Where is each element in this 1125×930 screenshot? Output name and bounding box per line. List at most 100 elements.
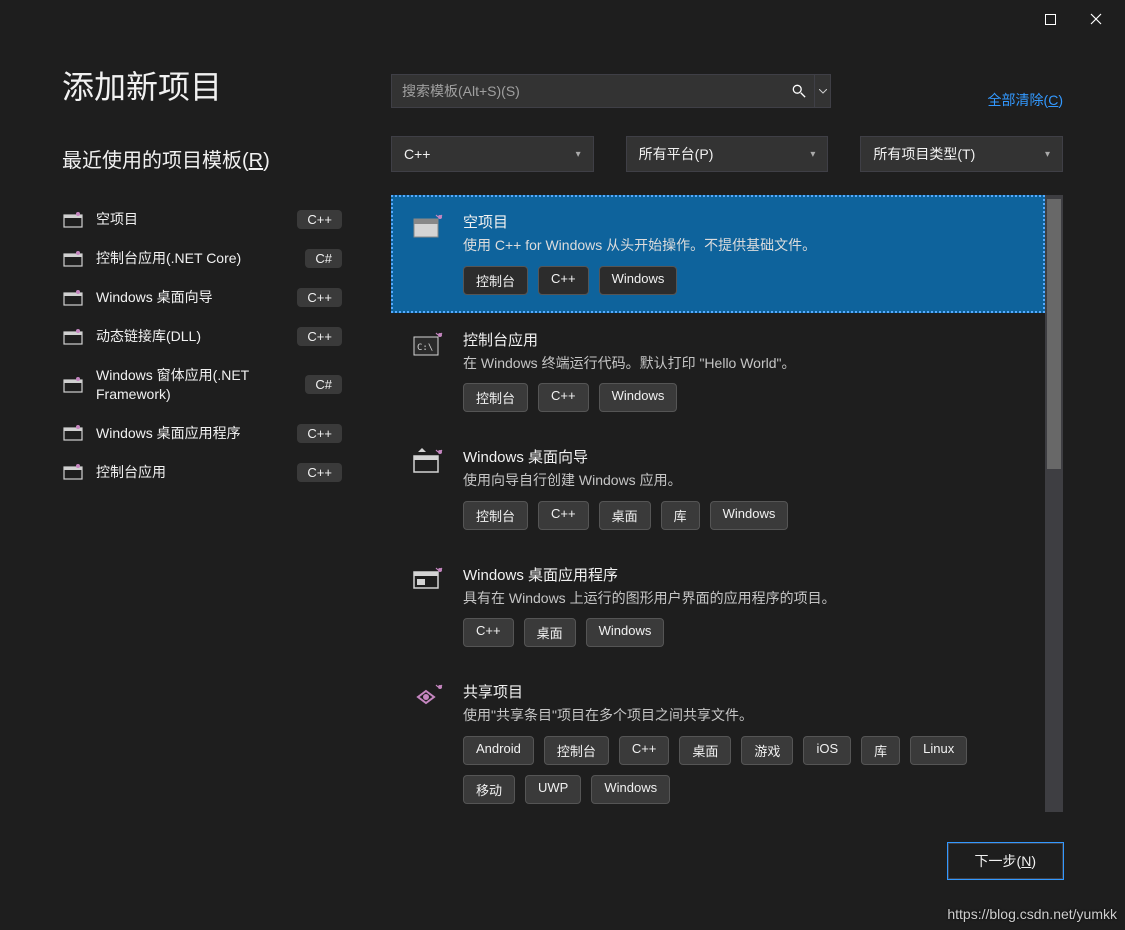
search-input[interactable] [392, 75, 784, 107]
recent-item[interactable]: 动态链接库(DLL) C++ [62, 317, 342, 356]
recent-item-label: 动态链接库(DLL) [96, 327, 285, 346]
template-tags: 控制台C++Windows [463, 383, 1025, 412]
recent-item[interactable]: Windows 桌面应用程序 C++ [62, 414, 342, 453]
filter-row: C++ ▾ 所有平台(P) ▾ 所有项目类型(T) ▾ [391, 136, 1063, 172]
template-item[interactable]: C:\ 控制台应用在 Windows 终端运行代码。默认打印 "Hello Wor… [391, 313, 1045, 431]
filter-platform-dropdown[interactable]: 所有平台(P) ▾ [626, 136, 829, 172]
template-description: 使用 C++ for Windows 从头开始操作。不提供基础文件。 [463, 236, 1025, 256]
recent-item[interactable]: 控制台应用C++ [62, 453, 342, 492]
template-icon [411, 211, 447, 241]
template-body: 空项目使用 C++ for Windows 从头开始操作。不提供基础文件。控制台… [463, 211, 1025, 295]
template-list-area: 空项目使用 C++ for Windows 从头开始操作。不提供基础文件。控制台… [391, 195, 1063, 812]
template-tags: 控制台C++桌面库Windows [463, 501, 1025, 530]
template-title: 控制台应用 [463, 329, 1025, 350]
filter-type-label: 所有项目类型(T) [873, 144, 975, 164]
template-title: 共享项目 [463, 681, 1025, 702]
template-tag: C++ [538, 266, 589, 295]
template-description: 使用向导自行创建 Windows 应用。 [463, 471, 1025, 491]
template-tag: 游戏 [741, 736, 793, 765]
chevron-down-icon: ▾ [576, 149, 581, 160]
template-tag: Windows [599, 383, 678, 412]
template-tags: C++ 桌面 Windows [463, 618, 1025, 647]
search-dropdown-icon[interactable] [814, 75, 830, 107]
template-description: 在 Windows 终端运行代码。默认打印 "Hello World"。 [463, 354, 1025, 374]
template-tag: 桌面 [679, 736, 731, 765]
recent-item-label: Windows 桌面应用程序 [96, 424, 285, 443]
language-badge: C# [305, 249, 342, 268]
project-icon [62, 376, 84, 394]
template-title: Windows 桌面应用程序 [463, 564, 1025, 585]
template-tag: 库 [861, 736, 900, 765]
scrollbar[interactable] [1045, 195, 1063, 812]
dialog-window: 添加新项目 全部清除(C) C++ ▾ 所有平台(P) ▾ 所有项目类型(T) … [0, 0, 1125, 930]
template-tag: Windows [591, 775, 670, 804]
clear-all-key: C [1048, 92, 1058, 108]
template-tag: 控制台 [463, 501, 528, 530]
template-tag: C++ [619, 736, 670, 765]
clear-all-post: ) [1058, 92, 1063, 108]
recent-heading: 最近使用的项目模板(R) [62, 144, 270, 173]
filter-language-dropdown[interactable]: C++ ▾ [391, 136, 594, 172]
recent-item-label: 空项目 [96, 210, 285, 229]
recent-item-label: 控制台应用(.NET Core) [96, 249, 293, 268]
template-tag: iOS [803, 736, 851, 765]
recent-item[interactable]: Windows 桌面向导C++ [62, 278, 342, 317]
template-tag: 控制台 [463, 383, 528, 412]
page-title: 添加新项目 [62, 62, 222, 108]
template-tag: C++ [463, 618, 514, 647]
template-tag: Windows [710, 501, 789, 530]
recent-item-label: Windows 桌面向导 [96, 288, 285, 307]
watermark-text: https://blog.csdn.net/yumkk [947, 906, 1117, 922]
template-tag: 库 [661, 501, 700, 530]
template-item[interactable]: Windows 桌面应用程序具有在 Windows 上运行的图形用户界面的应用程… [391, 548, 1045, 666]
template-icon [411, 446, 447, 476]
template-body: Windows 桌面向导使用向导自行创建 Windows 应用。控制台C++桌面… [463, 446, 1025, 530]
recent-template-list: 空项目C++控制台应用(.NET Core)C#Windows 桌面向导C++动… [62, 200, 342, 492]
project-icon [62, 328, 84, 346]
recent-item-label: 控制台应用 [96, 463, 285, 482]
template-icon [411, 681, 447, 711]
template-icon [411, 564, 447, 594]
template-item[interactable]: 空项目使用 C++ for Windows 从头开始操作。不提供基础文件。控制台… [391, 195, 1045, 313]
template-description: 具有在 Windows 上运行的图形用户界面的应用程序的项目。 [463, 589, 1025, 609]
template-title: 空项目 [463, 211, 1025, 232]
template-tag: 移动 [463, 775, 515, 804]
template-tag: Windows [586, 618, 665, 647]
titlebar [0, 0, 1125, 38]
recent-item[interactable]: 控制台应用(.NET Core) C# [62, 239, 342, 278]
template-icon: C:\ [411, 329, 447, 359]
template-tag: Android [463, 736, 534, 765]
template-tag: Windows [599, 266, 678, 295]
maximize-button[interactable] [1027, 3, 1073, 35]
project-icon [62, 250, 84, 268]
next-button[interactable]: 下一步(N) [948, 843, 1063, 879]
language-badge: C++ [297, 424, 342, 443]
recent-item-label: Windows 窗体应用(.NET Framework) [96, 366, 293, 404]
project-icon [62, 424, 84, 442]
template-item[interactable]: 共享项目使用"共享条目"项目在多个项目之间共享文件。Android控制台C++桌… [391, 665, 1045, 812]
template-title: Windows 桌面向导 [463, 446, 1025, 467]
language-badge: C# [305, 375, 342, 394]
clear-all-link[interactable]: 全部清除(C) [988, 90, 1063, 110]
template-tag: 桌面 [524, 618, 576, 647]
clear-all-pre: 全部清除( [988, 92, 1049, 108]
language-badge: C++ [297, 210, 342, 229]
chevron-down-icon: ▾ [1045, 149, 1050, 160]
close-button[interactable] [1073, 3, 1119, 35]
template-tag: Linux [910, 736, 967, 765]
template-tag: 桌面 [599, 501, 651, 530]
dialog-footer: 下一步(N) [0, 838, 1125, 884]
language-badge: C++ [297, 327, 342, 346]
recent-item[interactable]: Windows 窗体应用(.NET Framework) C# [62, 356, 342, 414]
template-tag: 控制台 [544, 736, 609, 765]
chevron-down-icon: ▾ [810, 149, 815, 160]
scrollbar-thumb[interactable] [1047, 199, 1061, 469]
template-item[interactable]: Windows 桌面向导使用向导自行创建 Windows 应用。控制台C++桌面… [391, 430, 1045, 548]
template-tags: Android控制台C++桌面游戏iOS库Linux移动UWPWindows [463, 736, 1025, 804]
search-box[interactable] [391, 74, 831, 108]
search-icon[interactable] [784, 75, 814, 107]
template-body: 控制台应用在 Windows 终端运行代码。默认打印 "Hello World"… [463, 329, 1025, 413]
filter-type-dropdown[interactable]: 所有项目类型(T) ▾ [860, 136, 1063, 172]
recent-item[interactable]: 空项目 C++ [62, 200, 342, 239]
filter-language-label: C++ [404, 146, 430, 162]
